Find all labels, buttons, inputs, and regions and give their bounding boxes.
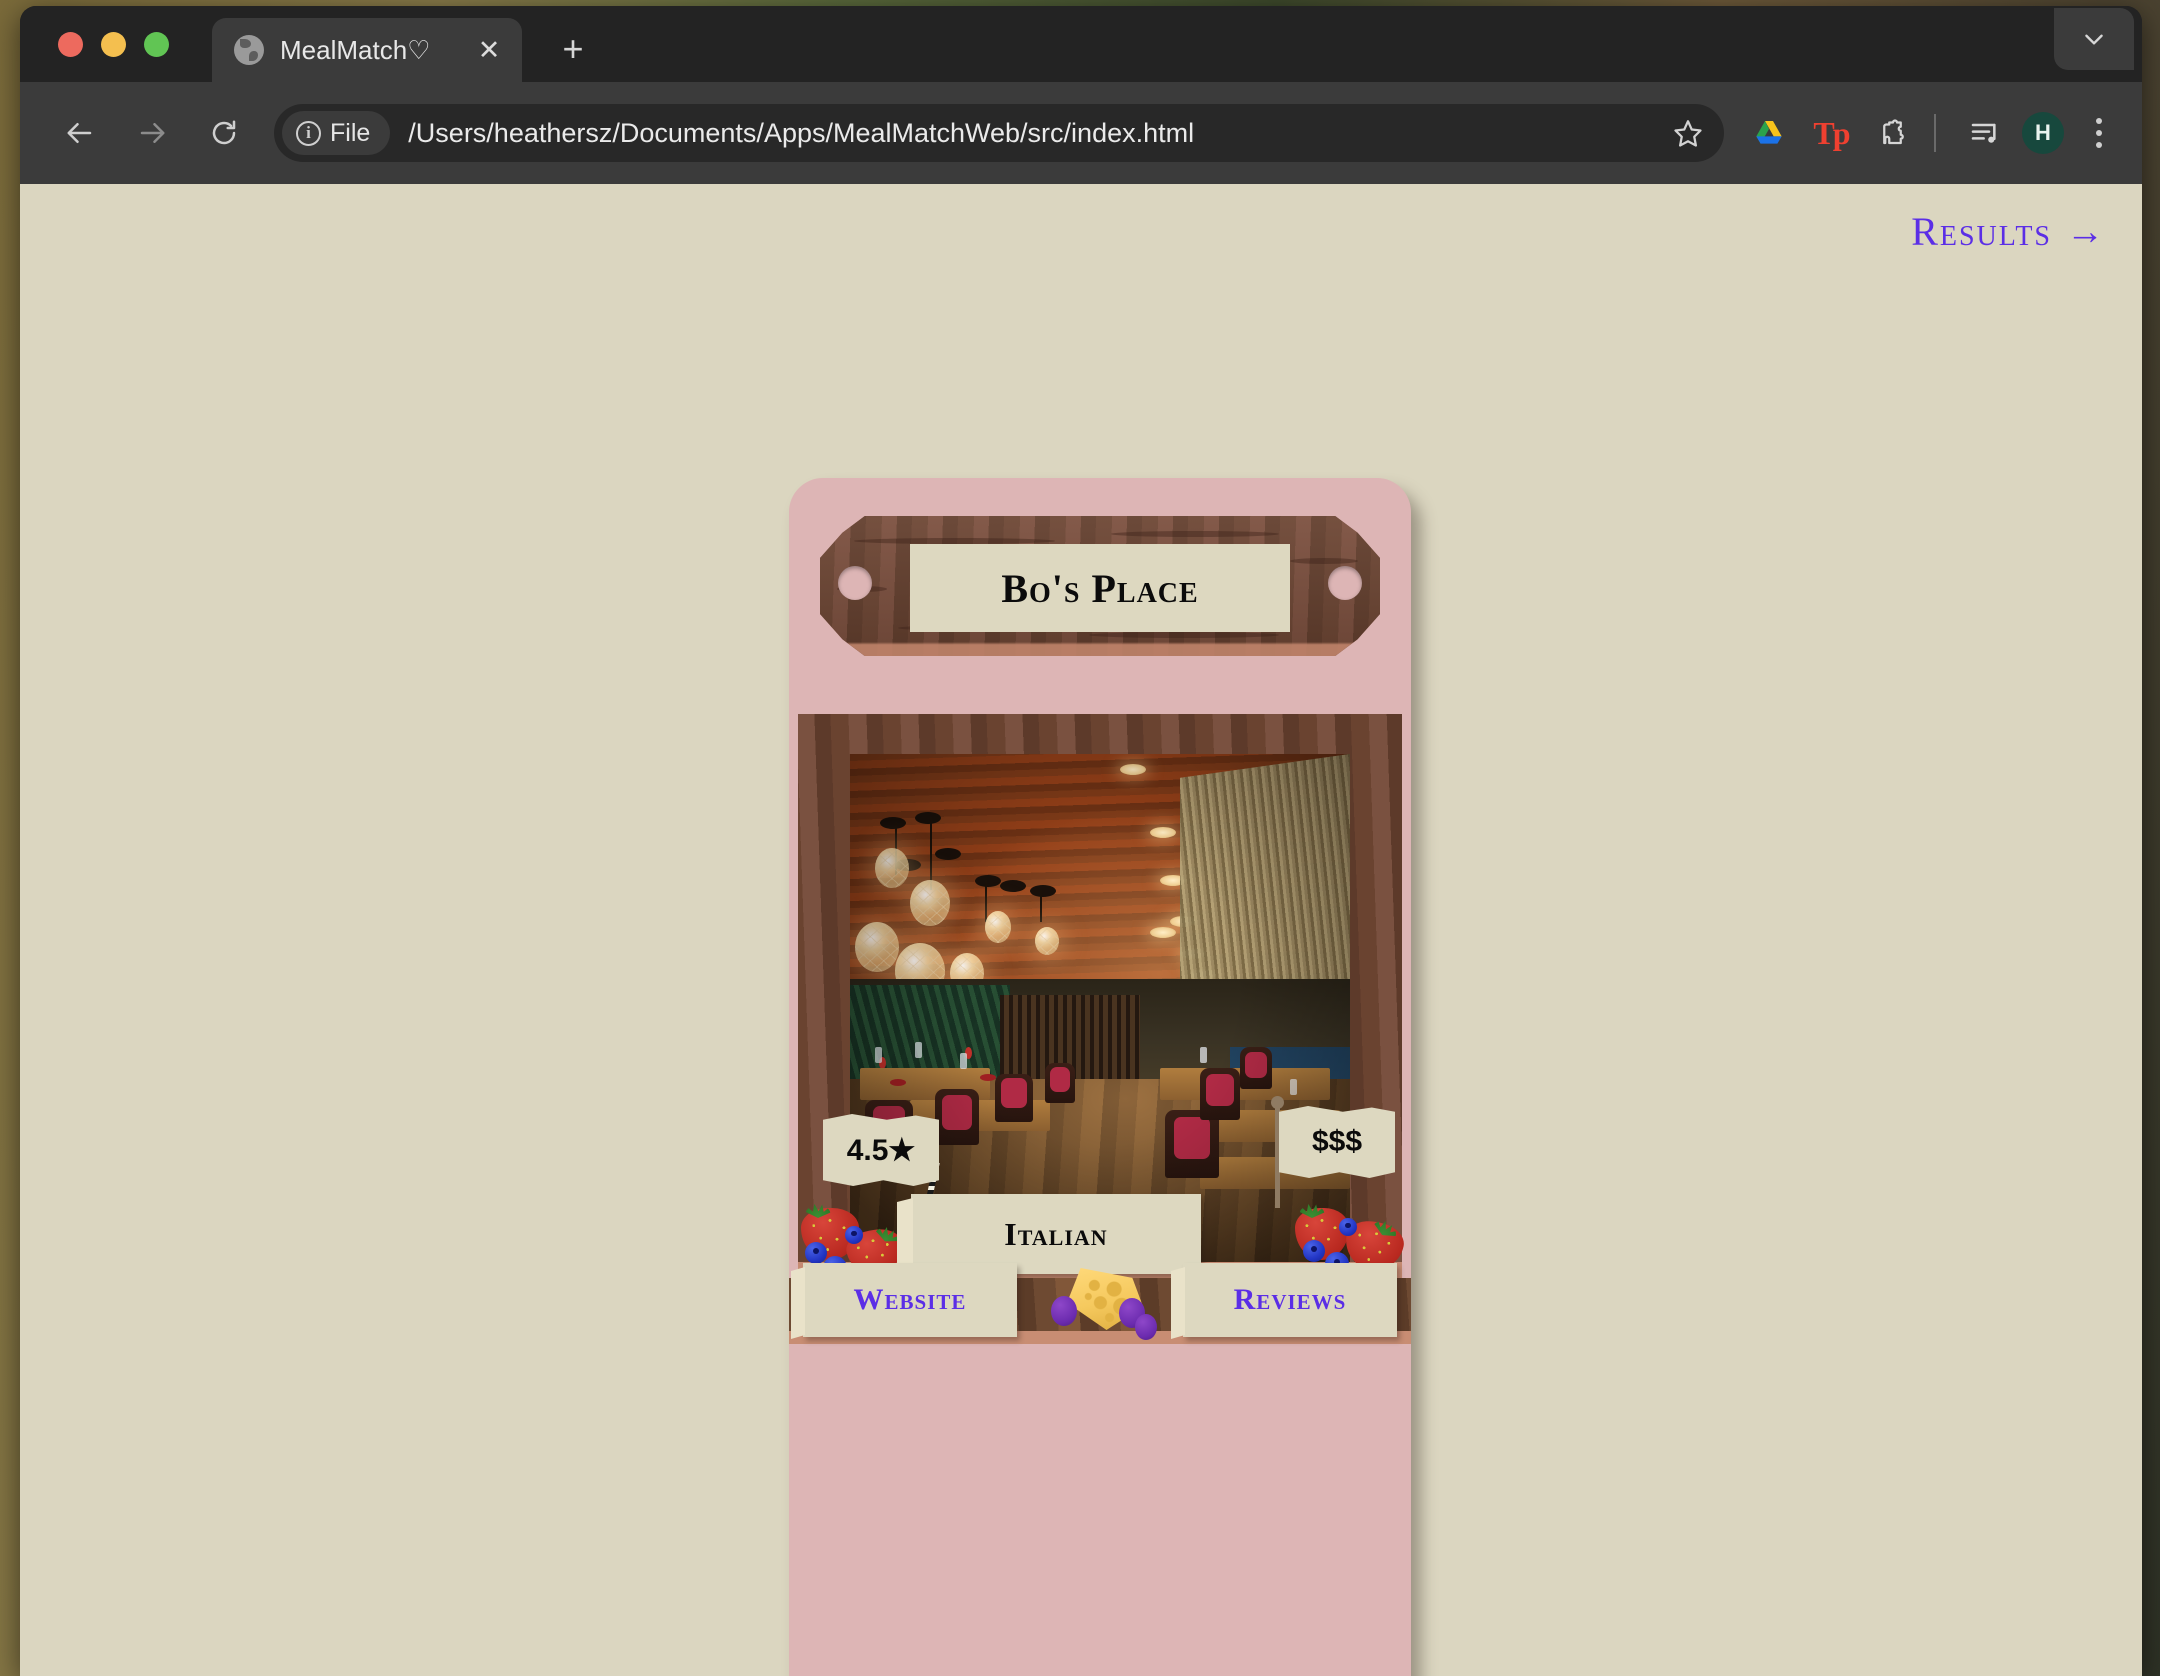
toolbar-divider — [1934, 114, 1936, 152]
tab-strip: MealMatch♡ ✕ + — [20, 6, 2142, 82]
close-window-button[interactable] — [58, 32, 83, 57]
website-button[interactable]: Website — [803, 1263, 1017, 1337]
results-label: Results — [1911, 208, 2052, 255]
minimize-window-button[interactable] — [101, 32, 126, 57]
price-badge: $$$ — [1279, 1106, 1395, 1178]
grape-icon — [1135, 1314, 1157, 1340]
reviews-button-label: Reviews — [1234, 1283, 1347, 1317]
blueberry-icon — [845, 1226, 863, 1244]
forward-arrow-icon[interactable] — [124, 105, 180, 161]
puzzle-extensions-icon[interactable] — [1866, 106, 1920, 160]
blueberry-icon — [1339, 1218, 1357, 1236]
price-value: $$$ — [1312, 1125, 1362, 1159]
cheese-and-grapes-decoration — [1045, 1262, 1157, 1344]
pendant-light — [985, 911, 1011, 943]
page-viewport: Results → Bo's Place — [20, 184, 2142, 1676]
right-arrow-icon: → — [2066, 213, 2106, 251]
browser-tab-mealmatch[interactable]: MealMatch♡ ✕ — [212, 18, 522, 82]
globe-icon — [234, 35, 264, 65]
close-icon[interactable]: ✕ — [472, 33, 506, 67]
avatar[interactable]: H — [2022, 112, 2064, 154]
restaurant-sign: Bo's Place — [820, 516, 1380, 656]
file-chip-label: File — [330, 119, 370, 148]
reload-icon[interactable] — [196, 105, 252, 161]
sign-hole-left — [838, 566, 872, 600]
file-scheme-chip[interactable]: i File — [282, 111, 390, 155]
window-traffic-lights — [58, 32, 169, 57]
maximize-window-button[interactable] — [144, 32, 169, 57]
teacherspayteachers-icon[interactable]: Tp — [1804, 106, 1858, 160]
pendant-light — [910, 880, 950, 926]
chevron-down-icon[interactable] — [2054, 8, 2134, 70]
restaurant-card: Bo's Place — [789, 478, 1411, 1676]
plus-icon[interactable]: + — [550, 26, 596, 72]
blueberry-icon — [1303, 1240, 1325, 1262]
google-drive-icon[interactable] — [1742, 106, 1796, 160]
website-button-label: Website — [854, 1283, 967, 1317]
three-dot-menu-icon[interactable] — [2074, 106, 2124, 160]
browser-toolbar: i File /Users/heathersz/Documents/Apps/M… — [20, 82, 2142, 184]
rating-value: 4.5★ — [847, 1133, 916, 1168]
sign-name-plate: Bo's Place — [910, 544, 1290, 632]
cuisine-label: Italian — [1004, 1216, 1107, 1253]
avatar-initial: H — [2035, 120, 2051, 146]
restaurant-name: Bo's Place — [1001, 565, 1198, 612]
pendant-light — [855, 922, 899, 972]
browser-window: MealMatch♡ ✕ + — [20, 6, 2142, 1676]
back-arrow-icon[interactable] — [52, 105, 108, 161]
blueberry-icon — [805, 1242, 827, 1264]
media-playlist-icon[interactable] — [1958, 106, 2012, 160]
address-bar[interactable]: i File /Users/heathersz/Documents/Apps/M… — [274, 104, 1724, 162]
results-link[interactable]: Results → — [1911, 208, 2106, 255]
grape-icon — [1051, 1296, 1077, 1326]
reviews-button[interactable]: Reviews — [1183, 1263, 1397, 1337]
tab-title: MealMatch♡ — [280, 35, 472, 66]
star-icon[interactable] — [1662, 107, 1714, 159]
teacherspayteachers-label: Tp — [1813, 115, 1848, 152]
rating-badge: 4.5★ — [823, 1114, 939, 1186]
address-bar-url[interactable]: /Users/heathersz/Documents/Apps/MealMatc… — [408, 118, 1662, 149]
sign-hole-right — [1328, 566, 1362, 600]
info-circle-icon: i — [296, 121, 321, 146]
pendant-light — [1035, 927, 1059, 955]
